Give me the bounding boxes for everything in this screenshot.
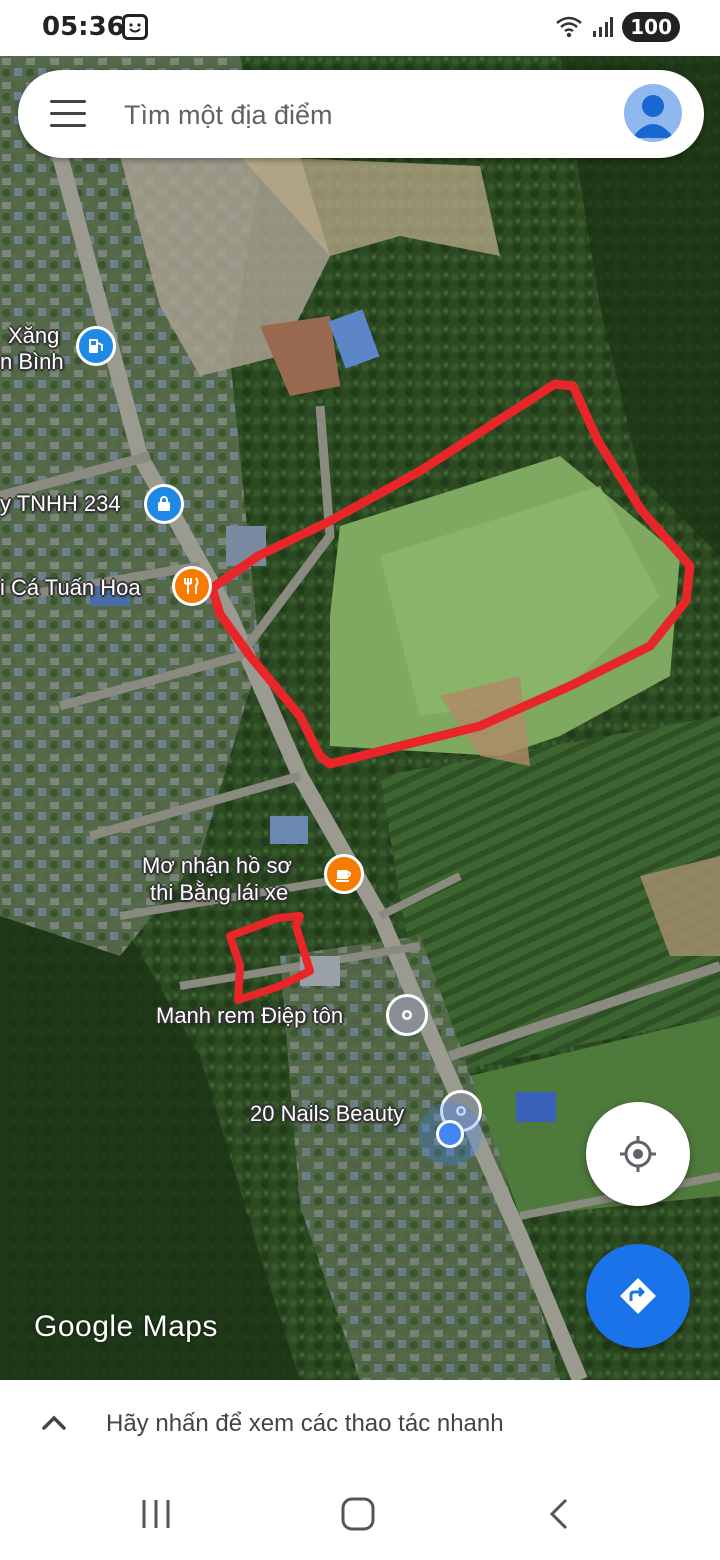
nails-label: 20 Nails Beauty xyxy=(250,1101,405,1126)
google-maps-logo: Google Maps xyxy=(34,1310,218,1343)
status-bar: 05:36 100 xyxy=(0,0,720,56)
status-icons: 100 xyxy=(554,12,680,42)
recent-apps-button[interactable] xyxy=(138,1496,174,1532)
system-nav-bar xyxy=(0,1470,720,1560)
gas-station-label-1: Xăng xyxy=(8,323,60,348)
license-label-1: Mơ nhận hồ sơ xyxy=(142,853,292,878)
quick-actions-text: Hãy nhấn để xem các thao tác nhanh xyxy=(106,1410,504,1437)
license-label-2: thi Bằng lái xe xyxy=(150,880,289,905)
place-label: Manh rem Điệp tôn xyxy=(156,1003,344,1028)
coffee-cup-icon xyxy=(336,870,351,882)
shopping-bag-icon xyxy=(158,496,170,511)
person-icon xyxy=(632,95,674,138)
chevron-up-icon[interactable] xyxy=(40,1410,68,1434)
quick-actions-sheet[interactable]: Hãy nhấn để xem các thao tác nhanh xyxy=(0,1380,720,1470)
home-button[interactable] xyxy=(340,1496,376,1532)
status-time: 05:36 xyxy=(42,12,125,42)
wifi-icon xyxy=(556,16,583,38)
cafe-pin[interactable] xyxy=(324,854,364,894)
my-location-button[interactable] xyxy=(586,1102,690,1206)
search-input[interactable] xyxy=(122,94,606,136)
search-bar[interactable] xyxy=(18,70,704,158)
directions-button[interactable] xyxy=(586,1244,690,1348)
face-icon xyxy=(122,14,148,40)
place-pin[interactable] xyxy=(386,994,428,1036)
gas-station-label-2: n Bình xyxy=(0,349,64,374)
battery-icon: 100 xyxy=(622,12,680,42)
account-avatar[interactable] xyxy=(624,84,682,142)
my-location-dot xyxy=(436,1120,464,1148)
directions-icon xyxy=(620,1278,656,1314)
company-label: y TNHH 234 xyxy=(0,491,121,516)
gas-station-pin[interactable] xyxy=(76,326,116,366)
crosshair-icon xyxy=(620,1136,656,1172)
my-location-marker xyxy=(418,1102,482,1166)
signal-icon xyxy=(593,17,614,37)
fork-knife-icon xyxy=(184,577,199,594)
place-dot-icon xyxy=(402,1010,412,1020)
restaurant-label: i Cá Tuấn Hoa xyxy=(0,575,141,600)
shopping-pin[interactable] xyxy=(144,484,184,524)
restaurant-pin[interactable] xyxy=(172,566,212,606)
back-button[interactable] xyxy=(542,1496,578,1532)
menu-icon[interactable] xyxy=(50,100,86,128)
gas-station-icon xyxy=(89,339,103,353)
